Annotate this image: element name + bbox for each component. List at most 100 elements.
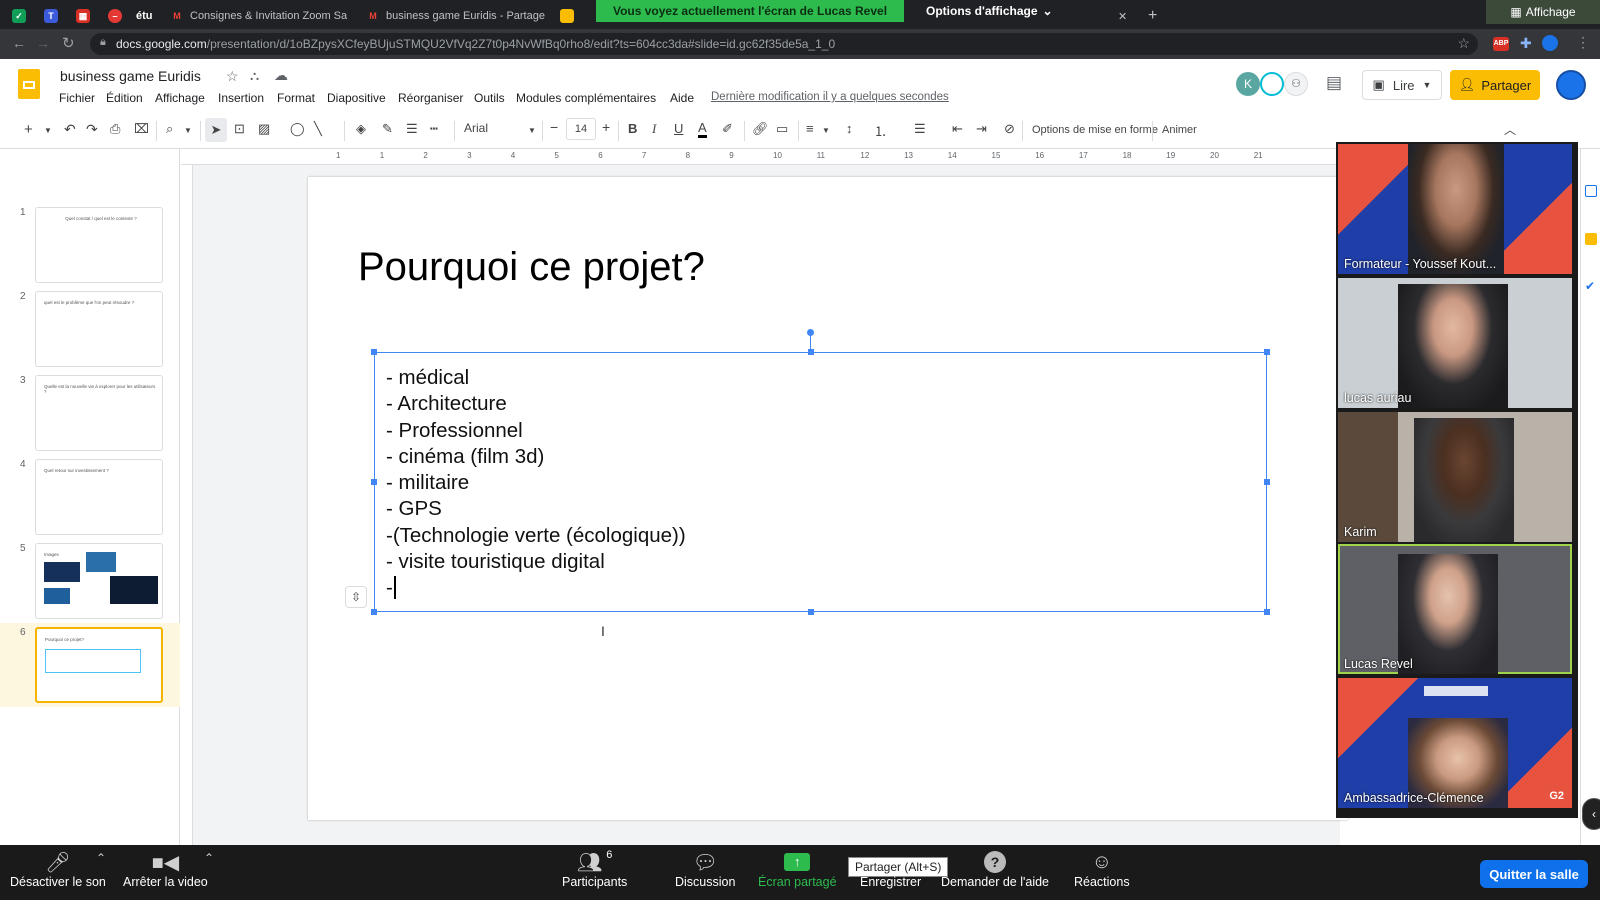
share-button[interactable]: 👤︎ Partager (1450, 70, 1540, 100)
redo-icon[interactable]: ↷ (86, 121, 98, 138)
bullet-item[interactable]: -(Technologie verte (écologique)) (386, 523, 686, 549)
star-icon[interactable]: ☆ (226, 68, 239, 85)
bullet-item[interactable]: - visite touristique digital (386, 549, 686, 575)
image-icon[interactable]: ▨ (258, 121, 270, 137)
leave-meeting-button[interactable]: Quitter la salle (1480, 860, 1588, 888)
tab-calendar[interactable]: ▦ (76, 3, 96, 29)
paint-format-icon[interactable]: ⌧ (134, 121, 149, 137)
video-tile[interactable]: G2 Ambassadrice-Clémence (1338, 678, 1572, 808)
address-bar[interactable]: 🔒︎ docs.google.com/presentation/d/1oBZpy… (90, 33, 1478, 55)
slide-thumbnail[interactable]: 2 quel est le problème que l'on peut réso… (0, 291, 180, 375)
highlight-icon[interactable]: ✐ (722, 121, 733, 137)
resize-handle[interactable] (371, 349, 377, 355)
menu-edition[interactable]: Édition (106, 91, 143, 105)
present-button[interactable]: ▣ Lire ▼ (1362, 70, 1442, 100)
collapse-gallery-icon[interactable]: ‹ (1582, 798, 1600, 830)
ask-help-button[interactable]: ? Demander de l'aide (941, 849, 1049, 889)
chat-button[interactable]: 💬︎ Discussion (675, 849, 735, 890)
puzzle-icon[interactable]: ✚ (1520, 35, 1532, 52)
zoom-icon[interactable]: ⌕ (166, 121, 173, 137)
move-folder-icon[interactable]: ⛬ (250, 68, 259, 84)
close-tab-button[interactable]: ✕ (1118, 3, 1127, 29)
autofit-options-icon[interactable]: ⇳ (345, 586, 367, 608)
menu-fichier[interactable]: Fichier (59, 91, 95, 105)
slide-thumbnail[interactable]: 3 Quelle est la nouvelle vie à explorer p… (0, 375, 180, 459)
decrease-font-icon[interactable]: − (550, 119, 558, 135)
select-cursor-icon[interactable]: ➤ (205, 118, 227, 142)
reload-icon[interactable]: ↻ (62, 34, 75, 52)
increase-font-icon[interactable]: + (602, 119, 610, 135)
selected-text-box[interactable]: - médical - Architecture - Professionnel… (345, 329, 1270, 615)
numbered-list-icon[interactable]: ⒈ (874, 121, 887, 140)
video-tile[interactable]: Karim (1338, 412, 1572, 542)
menu-reorganiser[interactable]: Réorganiser (398, 91, 463, 105)
bullet-item[interactable]: - médical (386, 365, 686, 391)
menu-diapositive[interactable]: Diapositive (327, 91, 386, 105)
border-weight-icon[interactable]: ☰ (406, 121, 418, 137)
chevron-up-icon[interactable]: ⌃ (204, 851, 214, 865)
align-icon[interactable]: ≡ (806, 121, 814, 136)
affichage-button[interactable]: ▦ Affichage (1486, 0, 1600, 24)
mute-button[interactable]: 🎤︎ Désactiver le son (10, 849, 106, 890)
bullet-item[interactable]: - militaire (386, 470, 686, 496)
font-size-input[interactable]: 14 (566, 118, 596, 140)
collaborator-avatar[interactable]: K (1236, 72, 1260, 96)
keep-addon-icon[interactable] (1585, 233, 1597, 245)
text-box-icon[interactable]: ⊡ (234, 121, 245, 137)
chevron-up-icon[interactable]: ⌃ (96, 851, 106, 865)
slide-thumbnail[interactable]: 5 Images (0, 543, 180, 627)
tab-slides[interactable] (560, 3, 580, 29)
reactions-button[interactable]: ☺ Réactions (1074, 849, 1130, 890)
tab-youtube[interactable]: – (108, 3, 128, 29)
resize-handle[interactable] (1264, 479, 1270, 485)
border-color-icon[interactable]: ✎ (382, 121, 393, 137)
document-title[interactable]: business game Euridis (60, 68, 201, 84)
increase-indent-icon[interactable]: ⇥ (976, 121, 987, 137)
tasks-addon-icon[interactable]: ✔ (1585, 279, 1595, 293)
chevron-down-icon[interactable]: ▼ (822, 126, 830, 135)
bullet-item[interactable]: - cinéma (film 3d) (386, 444, 686, 470)
line-icon[interactable]: ╲ (314, 121, 322, 137)
bullet-item[interactable]: - Professionnel (386, 418, 686, 444)
resize-handle[interactable] (371, 609, 377, 615)
slide-thumbnail-active[interactable]: 6 Pourquoi ce projet? (0, 627, 180, 711)
tab-business-game[interactable]: Mbusiness game Euridis - Partage✕ (366, 3, 546, 29)
bold-icon[interactable]: B (628, 121, 637, 136)
chevron-down-icon[interactable]: ▼ (1423, 80, 1432, 90)
decrease-indent-icon[interactable]: ⇤ (952, 121, 963, 137)
resize-handle[interactable] (808, 609, 814, 615)
account-avatar[interactable] (1556, 70, 1586, 100)
record-button[interactable]: Enregistrer (860, 849, 921, 889)
rotate-handle[interactable] (807, 329, 814, 336)
slide-thumbnail[interactable]: 1 Quel constat / quel est le contexte ? (0, 207, 180, 291)
slide[interactable]: Pourquoi ce projet? - médical - Architec… (308, 177, 1348, 820)
resize-handle[interactable] (808, 349, 814, 355)
fill-color-icon[interactable]: ◈ (356, 121, 366, 137)
bullet-item-current[interactable]: - (386, 575, 686, 601)
chevron-down-icon[interactable]: ▼ (528, 126, 536, 135)
tab-consignes[interactable]: MConsignes & Invitation Zoom Sa✕ (170, 3, 350, 29)
slides-logo-icon[interactable] (18, 69, 40, 99)
line-spacing-icon[interactable]: ↕ (846, 121, 853, 136)
bullet-item[interactable]: - GPS (386, 496, 686, 522)
clear-format-icon[interactable]: ⊘ (1004, 121, 1015, 137)
collapse-toolbar-icon[interactable]: ︿ (1504, 121, 1516, 138)
menu-insertion[interactable]: Insertion (218, 91, 264, 105)
collaborators-more-icon[interactable]: ⚇ (1284, 72, 1308, 96)
menu-aide[interactable]: Aide (670, 91, 694, 105)
undo-icon[interactable]: ↶ (64, 121, 76, 138)
forward-icon[interactable]: → (36, 35, 50, 51)
chevron-down-icon[interactable]: ▼ (184, 126, 192, 135)
adblock-icon[interactable]: ABP (1493, 37, 1509, 51)
slide-thumbnail[interactable]: 4 Quel retour sur investissement ? (0, 459, 180, 543)
video-tile-active-speaker[interactable]: Lucas Revel (1338, 544, 1572, 674)
more-menu-icon[interactable]: ⋮ (1576, 34, 1590, 51)
slide-title[interactable]: Pourquoi ce projet? (358, 245, 705, 290)
chevron-down-icon[interactable]: ▼ (44, 126, 52, 135)
resize-handle[interactable] (371, 479, 377, 485)
menu-affichage[interactable]: Affichage (155, 91, 205, 105)
underline-icon[interactable]: U (674, 121, 683, 136)
stop-video-button[interactable]: ■◀ Arrêter la video (123, 849, 208, 890)
menu-format[interactable]: Format (277, 91, 315, 105)
bullet-list[interactable]: - médical - Architecture - Professionnel… (386, 365, 686, 602)
